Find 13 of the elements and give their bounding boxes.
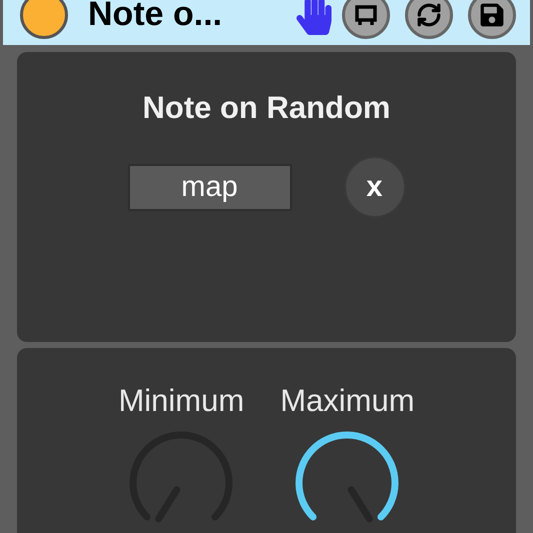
monitor-button[interactable] [342, 0, 390, 38]
monitor-icon [354, 2, 378, 26]
knob-label: Maximum [280, 383, 415, 419]
map-button[interactable]: map [128, 164, 292, 210]
device-title: Note on Random [142, 90, 390, 126]
save-icon [480, 2, 504, 28]
save-button[interactable] [468, 0, 516, 38]
refresh-button[interactable] [405, 0, 453, 38]
window-title: Note o... [88, 0, 222, 30]
hand-icon[interactable] [296, 0, 332, 34]
knob-label: Minimum [118, 383, 244, 419]
close-button[interactable]: x [344, 156, 406, 218]
refresh-icon [416, 2, 442, 28]
